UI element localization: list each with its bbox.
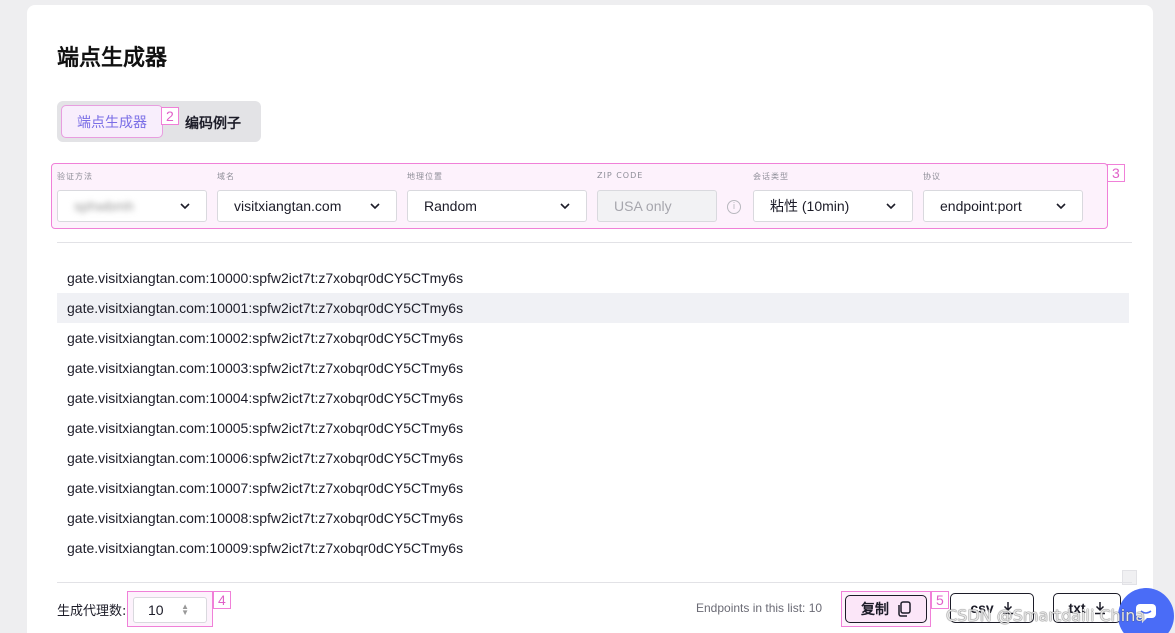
copy-label: 复制: [861, 602, 889, 618]
location-select[interactable]: Random: [407, 190, 587, 222]
copy-button[interactable]: 复制: [845, 595, 927, 623]
domain-select[interactable]: visitxiangtan.com: [217, 190, 397, 222]
endpoint-row[interactable]: gate.visitxiangtan.com:10006:spfw2ict7t:…: [57, 443, 1129, 473]
endpoint-row[interactable]: gate.visitxiangtan.com:10007:spfw2ict7t:…: [57, 473, 1129, 503]
chevron-down-icon: [560, 203, 570, 210]
endpoint-row[interactable]: gate.visitxiangtan.com:10002:spfw2ict7t:…: [57, 323, 1129, 353]
chevron-down-icon: [886, 203, 896, 210]
endpoint-row[interactable]: gate.visitxiangtan.com:10001:spfw2ict7t:…: [57, 293, 1129, 323]
location-value: Random: [424, 198, 477, 214]
proxy-count-value: 10: [148, 602, 164, 618]
chevron-down-icon: [180, 203, 190, 210]
endpoint-list: gate.visitxiangtan.com:10000:spfw2ict7t:…: [57, 263, 1129, 563]
copy-highlight: 复制: [841, 591, 931, 627]
watermark: CSDN @Smartdaili China: [946, 606, 1146, 625]
auth-method-select[interactable]: sphwbmh: [57, 190, 207, 222]
chevron-down-icon: [370, 203, 380, 210]
session-type-label: 会话类型: [753, 172, 789, 181]
proxy-count-label: 生成代理数:: [57, 604, 127, 619]
auth-method-value: sphwbmh: [74, 198, 134, 214]
tab-group: 端点生成器 编码例子: [57, 101, 261, 142]
session-type-value: 粘性 (10min): [770, 198, 850, 214]
zip-code-placeholder: USA only: [614, 198, 672, 214]
chevron-down-icon: [1056, 203, 1066, 210]
proxy-count-input[interactable]: 10 ▲ ▼: [133, 597, 207, 623]
auth-method-label: 验证方法: [57, 172, 93, 181]
endpoints-count-note: Endpoints in this list: 10: [696, 601, 823, 615]
endpoint-row[interactable]: gate.visitxiangtan.com:10004:spfw2ict7t:…: [57, 383, 1129, 413]
annotation-2: 2: [161, 107, 179, 125]
protocol-label: 协议: [923, 172, 941, 181]
zip-label: ZIP CODE: [597, 171, 644, 180]
tab-code-examples[interactable]: 编码例子: [185, 113, 241, 133]
location-label: 地理位置: [407, 172, 443, 181]
endpoint-row[interactable]: gate.visitxiangtan.com:10003:spfw2ict7t:…: [57, 353, 1129, 383]
endpoint-row[interactable]: gate.visitxiangtan.com:10005:spfw2ict7t:…: [57, 413, 1129, 443]
endpoint-row[interactable]: gate.visitxiangtan.com:10009:spfw2ict7t:…: [57, 533, 1129, 563]
copy-icon: [898, 601, 911, 617]
annotation-4: 4: [213, 591, 231, 609]
zip-code-input[interactable]: USA only: [597, 190, 717, 222]
page-title: 端点生成器: [57, 46, 168, 71]
endpoint-row[interactable]: gate.visitxiangtan.com:10008:spfw2ict7t:…: [57, 503, 1129, 533]
info-icon[interactable]: i: [727, 200, 741, 214]
endpoint-row[interactable]: gate.visitxiangtan.com:10000:spfw2ict7t:…: [57, 263, 1129, 293]
tab-endpoint-generator[interactable]: 端点生成器: [61, 105, 163, 138]
domain-value: visitxiangtan.com: [234, 198, 342, 214]
stepper-icon[interactable]: ▲ ▼: [181, 603, 189, 617]
divider: [57, 582, 1132, 583]
protocol-value: endpoint:port: [940, 198, 1022, 214]
annotation-3: 3: [1107, 164, 1125, 182]
divider: [57, 242, 1132, 243]
domain-label: 域名: [217, 172, 235, 181]
proxy-count-highlight: 10 ▲ ▼: [127, 591, 213, 627]
session-type-select[interactable]: 粘性 (10min): [753, 190, 913, 222]
protocol-select[interactable]: endpoint:port: [923, 190, 1083, 222]
